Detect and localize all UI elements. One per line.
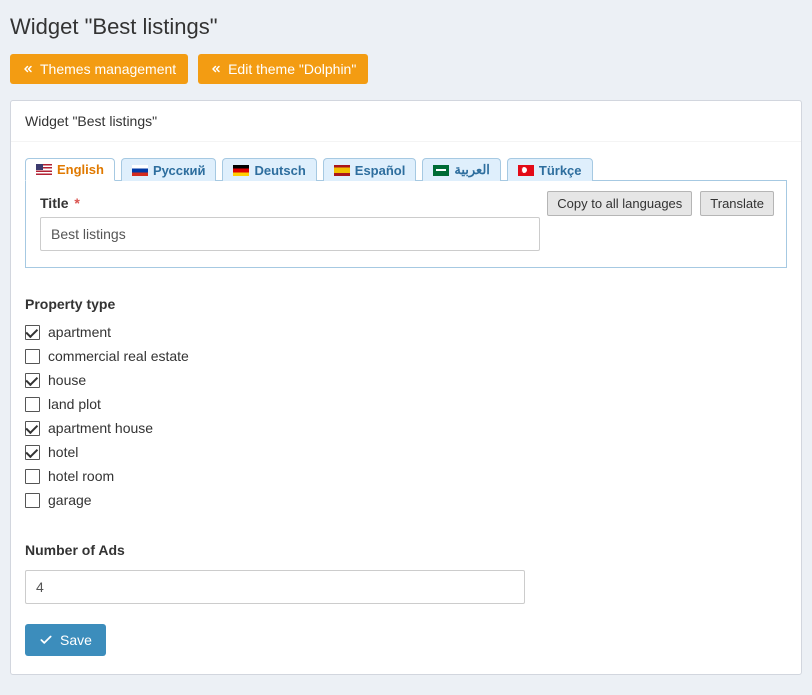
flag-es-icon (334, 165, 350, 176)
page-title: Widget "Best listings" (10, 14, 802, 40)
panel: Widget "Best listings" English Русский Deu… (10, 100, 802, 675)
property-type-item[interactable]: hotel room (25, 468, 787, 484)
tab-label: Türkçe (539, 163, 582, 178)
checkbox[interactable] (25, 445, 40, 460)
property-type-item-label: apartment (48, 324, 111, 340)
title-label-text: Title (40, 195, 69, 211)
property-type-item[interactable]: apartment (25, 324, 787, 340)
tab-tr[interactable]: Türkçe (507, 158, 593, 181)
checkbox[interactable] (25, 469, 40, 484)
top-buttons: Themes management Edit theme "Dolphin" (10, 54, 802, 84)
chevron-left-double-icon (210, 63, 222, 75)
flag-ar-icon (433, 165, 449, 176)
property-type-item[interactable]: commercial real estate (25, 348, 787, 364)
tab-ru[interactable]: Русский (121, 158, 217, 181)
tab-us[interactable]: English (25, 158, 115, 181)
property-type-item-label: house (48, 372, 86, 388)
panel-header: Widget "Best listings" (11, 101, 801, 142)
checkbox[interactable] (25, 397, 40, 412)
themes-management-button[interactable]: Themes management (10, 54, 188, 84)
property-type-item[interactable]: hotel (25, 444, 787, 460)
property-type-label: Property type (25, 296, 787, 312)
number-of-ads-input[interactable] (25, 570, 525, 604)
tab-label: Deutsch (254, 163, 305, 178)
themes-management-label: Themes management (40, 61, 176, 77)
property-type-item[interactable]: garage (25, 492, 787, 508)
flag-tr-icon (518, 165, 534, 176)
property-type-item[interactable]: house (25, 372, 787, 388)
save-button-label: Save (60, 632, 92, 648)
property-type-item-label: hotel (48, 444, 78, 460)
tab-label: العربية (454, 162, 490, 178)
check-icon (39, 633, 53, 647)
tab-label: English (57, 162, 104, 177)
chevron-left-double-icon (22, 63, 34, 75)
property-type-item[interactable]: apartment house (25, 420, 787, 436)
number-of-ads-label: Number of Ads (25, 542, 787, 558)
flag-de-icon (233, 165, 249, 176)
copy-to-all-languages-button[interactable]: Copy to all languages (547, 191, 692, 216)
property-type-item-label: garage (48, 492, 92, 508)
tab-label: Русский (153, 163, 206, 178)
tab-ar[interactable]: العربية (422, 158, 501, 181)
property-type-item-label: land plot (48, 396, 101, 412)
tab-panel-english: Copy to all languages Translate Title * (25, 181, 787, 268)
edit-theme-label: Edit theme "Dolphin" (228, 61, 356, 77)
translate-button[interactable]: Translate (700, 191, 774, 216)
checkbox[interactable] (25, 325, 40, 340)
flag-ru-icon (132, 165, 148, 176)
required-mark: * (74, 195, 79, 211)
property-type-item-label: commercial real estate (48, 348, 189, 364)
tab-de[interactable]: Deutsch (222, 158, 316, 181)
checkbox[interactable] (25, 493, 40, 508)
property-type-item-label: hotel room (48, 468, 114, 484)
save-button[interactable]: Save (25, 624, 106, 656)
edit-theme-button[interactable]: Edit theme "Dolphin" (198, 54, 368, 84)
title-input[interactable] (40, 217, 540, 251)
tab-es[interactable]: Español (323, 158, 417, 181)
panel-body: English Русский Deutsch Español العربية Türkç… (11, 142, 801, 674)
property-type-item[interactable]: land plot (25, 396, 787, 412)
property-type-list: apartment commercial real estate house land… (25, 324, 787, 508)
checkbox[interactable] (25, 421, 40, 436)
tab-label: Español (355, 163, 406, 178)
checkbox[interactable] (25, 373, 40, 388)
property-type-item-label: apartment house (48, 420, 153, 436)
language-tabs: English Русский Deutsch Español العربية Türkç… (25, 158, 787, 181)
checkbox[interactable] (25, 349, 40, 364)
flag-us-icon (36, 164, 52, 175)
